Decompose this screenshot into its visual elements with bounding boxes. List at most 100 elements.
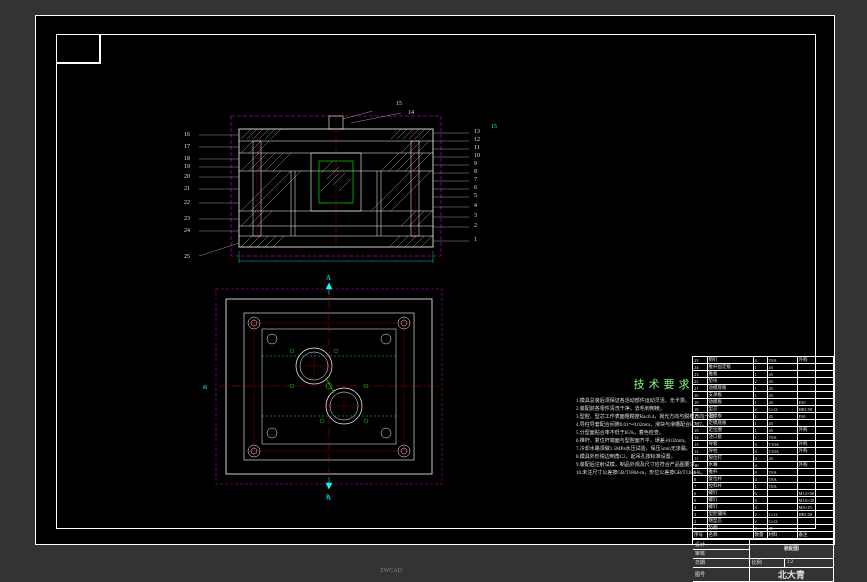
bom-cell: 3 [693,511,707,518]
bom-cell: 15 [693,427,707,434]
bom-cell [797,476,834,483]
bom-cell: T8A [767,469,797,476]
bom-cell: 导柱 [707,448,753,455]
bom-cell: M10×30 [797,497,834,504]
bom-cell [797,525,834,532]
bom-row: 14浇口套1T8A [693,434,834,441]
bom-cell: 4 [753,525,767,532]
bom-cell: 4 [753,497,767,504]
leader-22: 22 [184,200,190,206]
bom-h-mat: 材料 [767,532,797,539]
bom-cell: 10 [693,462,707,469]
section-view [191,111,481,266]
leader-24: 24 [184,228,190,234]
bom-row: 22垫块245 [693,378,834,385]
leader-20: 20 [184,174,190,180]
bom-cell [797,364,834,371]
bom-cell: 45 [767,399,797,406]
bom-cell: 45 [767,525,797,532]
tb-institution: 北大青 [749,567,833,581]
bom-cell: 外购 [797,441,834,448]
leader-21: 21 [184,186,190,192]
bom-cell: 外购 [797,448,834,455]
title-block: 25销钉4T8A外购24推杆固定板14523推板14522垫块24521动模座板… [692,356,834,544]
bom-cell: 20 [693,392,707,399]
bom-cell: P20 [797,413,834,420]
bom-row: 1垫圈445 [693,525,834,532]
leader-8: 8 [474,169,477,175]
bom-cell: 2 [693,518,707,525]
leader-3: 3 [474,213,477,219]
bom-h-qty: 数量 [753,532,767,539]
bom-cell: 1 [753,427,767,434]
bom-cell: 垫圈 [707,525,753,532]
bom-cell: 1 [753,483,767,490]
bom-cell: 5 [693,497,707,504]
bom-cell: 12 [693,448,707,455]
bom-row: 15定位圈145外购 [693,427,834,434]
bom-row: 16定模座板145 [693,420,834,427]
bom-cell: 型腔镶块 [707,511,753,518]
bom-cell: 9 [693,469,707,476]
bom-row: 5螺钉4 M10×30 [693,497,834,504]
bom-cell: 1 [753,364,767,371]
leader-13: 13 [474,129,480,135]
cad-canvas: 16 17 18 19 20 21 22 23 24 25 15 14 13 1… [35,15,835,545]
leader-9: 9 [474,161,477,167]
bom-cell: 水嘴 [707,462,753,469]
bom-row: 11限位钉445 [693,455,834,462]
bom-cell: 16 [693,420,707,427]
bom-cell: 45 [767,427,797,434]
leader-16: 16 [184,132,190,138]
bom-cell: 推板 [707,371,753,378]
bom-row: 9推杆8T8A [693,469,834,476]
bom-cell: T8A [767,434,797,441]
bom-row: 17定模板145P20 [693,413,834,420]
bom-row: 19动模板145P20 [693,399,834,406]
bom-cell: 4 [753,441,767,448]
bom-cell: 外购 [797,462,834,469]
tb-project: 装配图 [749,540,833,558]
bom-cell: 24 [693,364,707,371]
leader-25: 25 [184,254,190,260]
bom-cell: 拉料杆 [707,483,753,490]
bom-cell: 45 [767,371,797,378]
bom-row: 24推杆固定板145 [693,364,834,371]
bom-cell [767,504,797,511]
app-watermark: ZWCAD [380,568,402,574]
bom-cell: 1 [753,420,767,427]
bom-cell: T10A [767,448,797,455]
bom-cell: 4 [753,455,767,462]
bom-cell: 螺钉 [707,504,753,511]
bom-cell: 螺钉 [707,497,753,504]
bom-cell: 2 [753,511,767,518]
tb-scale-label: 比例 [749,558,784,567]
tb-date-label: 日期 [693,558,749,567]
leader-7: 7 [474,177,477,183]
tb-scale: 1:2 [784,558,833,567]
leader-10: 10 [474,153,480,159]
bom-cell: 外购 [797,427,834,434]
bom-h-name: 名称 [707,532,753,539]
section-mark-a-top: A [326,274,331,282]
bom-cell: 定模板 [707,413,753,420]
bom-cell: 8 [753,469,767,476]
leader-23: 23 [184,216,190,222]
bom-cell: 4 [753,476,767,483]
bom-header-row: 序号 名称 数量 材料 备注 [693,532,834,539]
tb-dwgno-label: 图号 [693,567,749,581]
bom-cell: 导套 [707,441,753,448]
bom-cell: 螺钉 [707,490,753,497]
bom-cell: 动模板 [707,399,753,406]
bom-row: 13导套4T10A外购 [693,441,834,448]
leader-19: 19 [184,164,190,170]
bom-cell: 45 [767,413,797,420]
bom-cell: 45 [767,364,797,371]
bom-cell [797,420,834,427]
bom-cell: 2 [753,518,767,525]
bom-cell: M8×25 [797,504,834,511]
title-block-lower: 设计 装配图 审核 日期 比例 1:2 图号 北大青 [693,539,834,582]
bom-h-no: 序号 [693,532,707,539]
bom-cell: 浇口套 [707,434,753,441]
bom-cell: 侧型芯 [707,518,753,525]
